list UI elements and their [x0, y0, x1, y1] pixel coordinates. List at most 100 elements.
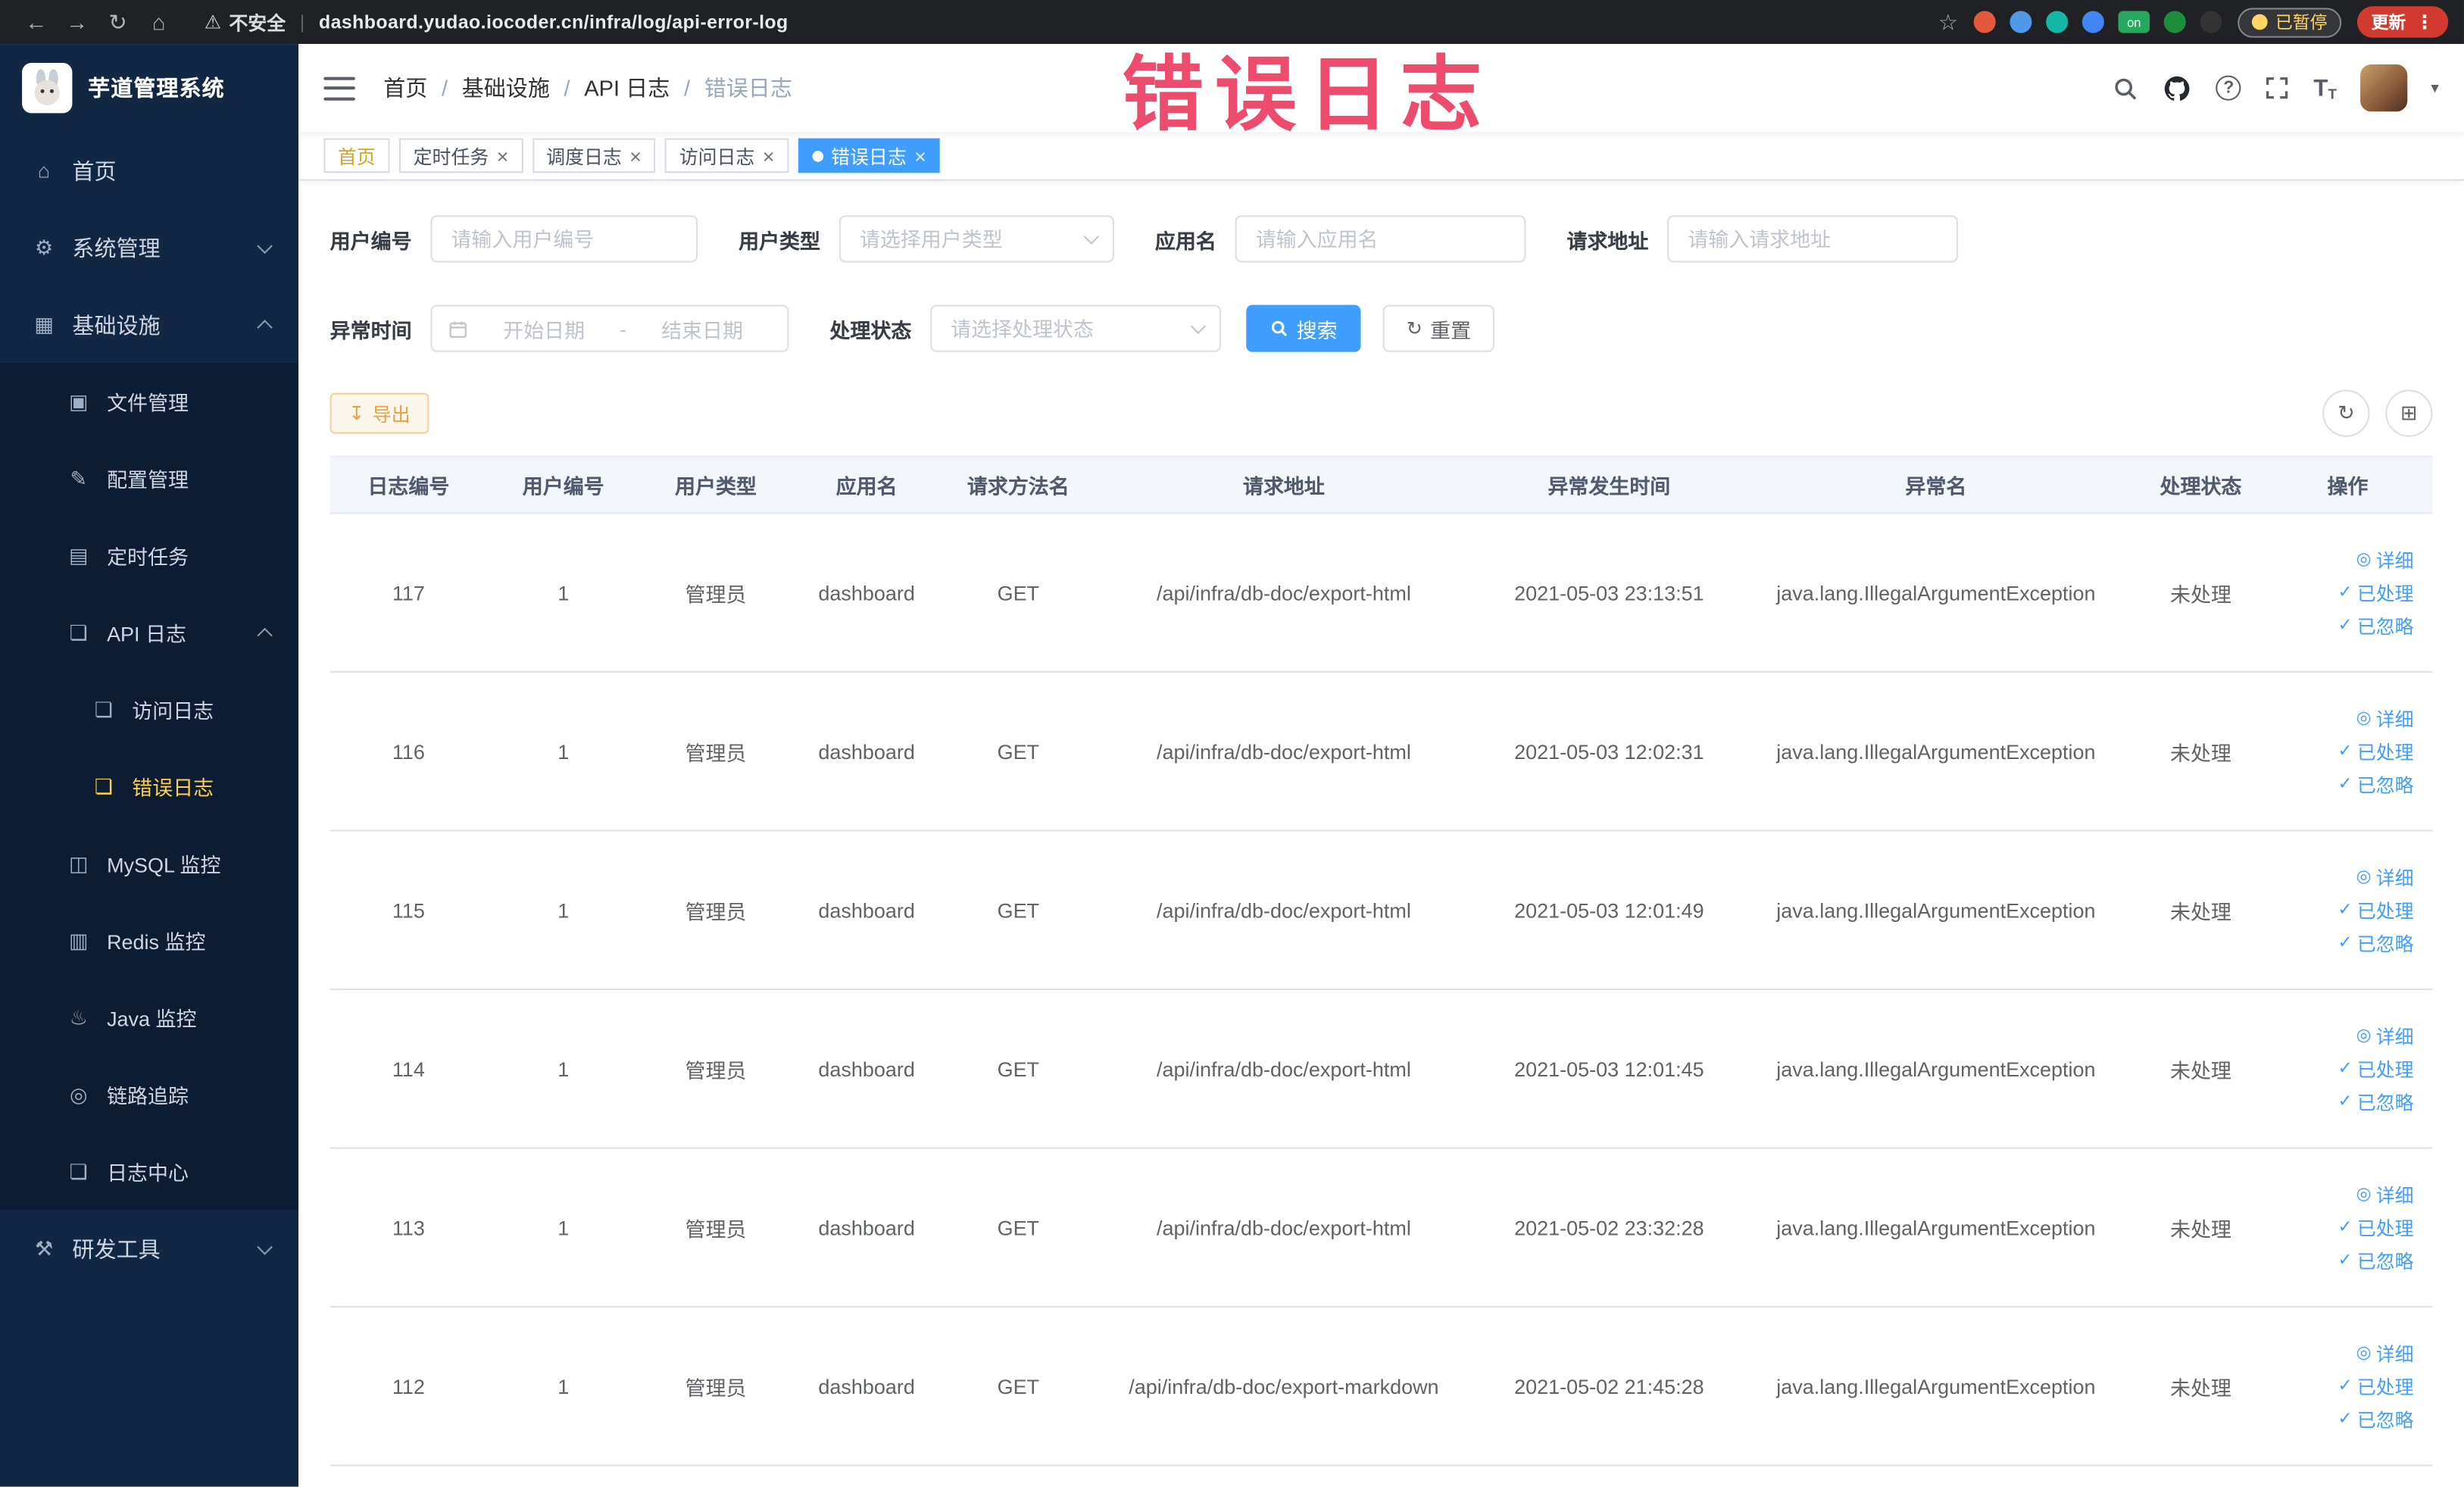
view-tab[interactable]: 错误日志 ×	[798, 138, 941, 173]
breadcrumb-item[interactable]: API 日志	[584, 72, 670, 103]
cell-request-url: /api/infra/db-doc/export-html	[1157, 580, 1411, 604]
breadcrumb-item[interactable]: 基础设施	[462, 72, 550, 103]
extension-icon[interactable]	[2081, 11, 2104, 33]
end-date-placeholder[interactable]: 结束日期	[632, 314, 771, 343]
close-icon[interactable]: ×	[763, 145, 775, 166]
access-log-icon: ❏	[94, 697, 114, 721]
sidebar-item-tool[interactable]: ⚒ 研发工具	[0, 1210, 298, 1287]
github-icon[interactable]	[2163, 73, 2192, 102]
sidebar-item-redis[interactable]: ▥ Redis 监控	[0, 901, 299, 979]
detail-action[interactable]: ◎ 详细	[2356, 864, 2414, 890]
sidebar-item-log-center[interactable]: ❏ 日志中心	[0, 1132, 299, 1211]
browser-update-button[interactable]: 更新 ⋮	[2356, 6, 2449, 38]
check-icon: ✓	[2338, 773, 2353, 793]
sidebar-item-mysql[interactable]: ◫ MySQL 监控	[0, 825, 299, 902]
sidebar-item-access-log[interactable]: ❏ 访问日志	[0, 670, 299, 748]
browser-menu-icon[interactable]: ⋮	[2416, 11, 2434, 33]
sidebar-item-file[interactable]: ▣ 文件管理	[0, 363, 299, 440]
detail-action[interactable]: ◎ 详细	[2356, 1181, 2414, 1207]
export-button-label: 导出	[372, 403, 411, 426]
sidebar-logo[interactable]: 芋道管理系统	[0, 44, 298, 132]
detail-action[interactable]: ◎ 详细	[2356, 1023, 2414, 1049]
detail-action[interactable]: ◎ 详细	[2356, 704, 2414, 731]
cell-exception: java.lang.IllegalArgumentException	[1776, 580, 2096, 604]
cell-request-url: /api/infra/db-doc/export-html	[1157, 1057, 1411, 1081]
sidebar-item-job[interactable]: ▤ 定时任务	[0, 517, 299, 595]
breadcrumb-item[interactable]: 首页	[383, 72, 427, 103]
fullscreen-icon[interactable]	[2265, 76, 2290, 101]
extension-icon[interactable]: on	[2118, 11, 2150, 33]
sidebar-item-infra[interactable]: ▦ 基础设施	[0, 286, 298, 364]
cell-user-id: 1	[557, 898, 570, 922]
help-icon[interactable]: ?	[2216, 75, 2241, 101]
home-icon[interactable]: ⌂	[139, 9, 180, 34]
user-id-input[interactable]	[432, 217, 697, 261]
close-icon[interactable]: ×	[629, 145, 642, 166]
extension-icon[interactable]	[2010, 11, 2032, 33]
mark-ignored-action[interactable]: ✓ 已忽略	[2338, 929, 2414, 956]
mark-processed-action[interactable]: ✓ 已处理	[2338, 579, 2414, 605]
mark-ignored-action[interactable]: ✓ 已忽略	[2338, 1406, 2414, 1432]
extension-icon[interactable]	[1973, 11, 1996, 33]
profile-avatar-icon	[2251, 14, 2268, 30]
back-icon[interactable]: ←	[16, 9, 57, 34]
column-settings-button[interactable]: ⊞	[2385, 389, 2433, 437]
reset-button[interactable]: ↻ 重置	[1382, 305, 1495, 352]
profile-paused-badge[interactable]: 已暂停	[2238, 7, 2342, 37]
sidebar-item-system[interactable]: ⚙ 系统管理	[0, 209, 298, 286]
user-avatar[interactable]	[2359, 64, 2408, 112]
security-label[interactable]: 不安全	[229, 8, 286, 35]
mark-ignored-action[interactable]: ✓ 已忽略	[2338, 771, 2414, 798]
mark-processed-action[interactable]: ✓ 已处理	[2338, 1214, 2414, 1241]
tab-label: 错误日志	[831, 145, 907, 167]
mark-processed-action[interactable]: ✓ 已处理	[2338, 1373, 2414, 1399]
active-tab-dot-icon	[812, 150, 823, 161]
mark-ignored-action[interactable]: ✓ 已忽略	[2338, 1247, 2414, 1273]
extension-icon[interactable]	[2200, 11, 2222, 33]
view-tab[interactable]: 首页	[323, 138, 390, 173]
hamburger-icon[interactable]	[323, 76, 355, 100]
table-header-row: 日志编号 用户编号 用户类型 应用名 请求方法名 请求地址 异常发生时间 异常名 处理状态 操作	[329, 457, 2433, 514]
sidebar-item-home[interactable]: ⌂ 首页	[0, 132, 298, 209]
mark-processed-action[interactable]: ✓ 已处理	[2338, 897, 2414, 923]
bookmark-star-icon[interactable]: ☆	[1938, 8, 1958, 35]
start-date-placeholder[interactable]: 开始日期	[475, 314, 614, 343]
mark-ignored-action[interactable]: ✓ 已忽略	[2338, 1089, 2414, 1115]
extension-icon[interactable]	[2163, 11, 2186, 33]
export-button[interactable]: ↧ 导出	[329, 392, 429, 434]
detail-action[interactable]: ◎ 详细	[2356, 546, 2414, 573]
detail-action[interactable]: ◎ 详细	[2356, 1340, 2414, 1367]
sidebar-item-java[interactable]: ♨ Java 监控	[0, 979, 299, 1057]
sidebar-item-trace[interactable]: ◎ 链路追踪	[0, 1056, 299, 1133]
refresh-icon: ↻	[1406, 317, 1422, 340]
table-refresh-button[interactable]: ↻	[2322, 389, 2370, 437]
avatar-caret-icon[interactable]: ▾	[2431, 80, 2438, 97]
reload-icon[interactable]: ↻	[98, 8, 139, 35]
close-icon[interactable]: ×	[914, 145, 926, 166]
sidebar-item-config[interactable]: ✎ 配置管理	[0, 439, 299, 517]
row-actions: ◎ 详细 ✓ 已处理 ✓ 已忽略	[2275, 514, 2420, 670]
cell-app-name: dashboard	[818, 898, 915, 922]
request-url-input[interactable]	[1669, 217, 1957, 261]
address-bar-url[interactable]: dashboard.yudao.iocoder.cn/infra/log/api…	[319, 11, 789, 33]
search-icon[interactable]	[2113, 75, 2139, 102]
mark-ignored-action[interactable]: ✓ 已忽略	[2338, 612, 2414, 639]
view-tab[interactable]: 定时任务 ×	[398, 138, 523, 173]
font-size-icon[interactable]: TT	[2313, 75, 2336, 102]
cell-user-type: 管理员	[685, 741, 747, 765]
sidebar-item-api-log[interactable]: ❏ API 日志	[0, 594, 299, 671]
close-icon[interactable]: ×	[497, 145, 509, 166]
view-tab[interactable]: 访问日志 ×	[665, 138, 789, 173]
mark-processed-action[interactable]: ✓ 已处理	[2338, 1055, 2414, 1082]
search-button[interactable]: 搜索	[1246, 305, 1361, 352]
cell-exception: java.lang.IllegalArgumentException	[1776, 898, 2096, 922]
view-tab[interactable]: 调度日志 ×	[532, 138, 656, 173]
sidebar-item-error-log[interactable]: ❏ 错误日志	[0, 748, 299, 826]
app-name-input[interactable]	[1236, 217, 1525, 261]
user-type-select[interactable]	[840, 217, 1113, 261]
mark-processed-action[interactable]: ✓ 已处理	[2338, 738, 2414, 764]
date-range-picker[interactable]: 开始日期 - 结束日期	[430, 305, 789, 352]
forward-icon[interactable]: →	[57, 9, 98, 34]
extension-icon[interactable]	[2046, 11, 2069, 33]
process-status-select[interactable]	[932, 306, 1220, 351]
